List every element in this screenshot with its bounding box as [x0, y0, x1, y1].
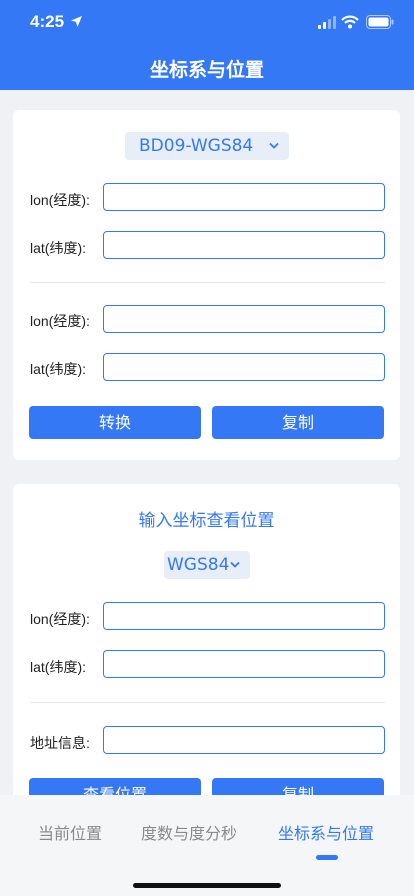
divider — [30, 702, 385, 703]
converter-card: BD09-WGS84 lon(经度): lat(纬度): lon(经度): la… — [13, 110, 400, 460]
chevron-down-icon — [230, 561, 240, 568]
active-tab-indicator — [316, 855, 338, 860]
lookup-card: 输入坐标查看位置 WGS84 lon(经度): lat(纬度): 地址信息: 查… — [13, 484, 400, 814]
convert-button[interactable]: 转换 — [29, 406, 201, 439]
lookup-system-value: WGS84 — [167, 555, 230, 575]
status-time: 4:25 — [30, 12, 65, 31]
source-lon-input[interactable] — [103, 183, 385, 211]
chevron-down-icon — [269, 142, 279, 149]
result-lat-label: lat(纬度): — [30, 361, 86, 377]
tab-degree-dms[interactable]: 度数与度分秒 — [141, 820, 237, 844]
source-lat-input[interactable] — [103, 231, 385, 259]
location-arrow-icon — [71, 16, 82, 27]
divider — [30, 282, 385, 283]
status-bar: 4:25 — [0, 12, 414, 34]
cellular-signal-icon — [318, 16, 336, 29]
lookup-lat-label: lat(纬度): — [30, 659, 86, 675]
copy-button[interactable]: 复制 — [212, 406, 384, 439]
address-label: 地址信息: — [30, 735, 90, 751]
tab-coordinate-system[interactable]: 坐标系与位置 — [278, 820, 374, 844]
coordinate-system-value: BD09-WGS84 — [139, 136, 254, 156]
lookup-lon-label: lon(经度): — [30, 611, 90, 627]
lookup-title: 输入坐标查看位置 — [138, 511, 275, 531]
lookup-lat-input[interactable] — [103, 650, 385, 678]
result-lon-input[interactable] — [103, 305, 385, 333]
source-lat-label: lat(纬度): — [30, 240, 86, 256]
page-title: 坐标系与位置 — [149, 59, 264, 81]
result-lat-input[interactable] — [103, 353, 385, 381]
tab-bar: 当前位置 度数与度分秒 坐标系与位置 — [0, 795, 414, 896]
battery-icon — [366, 15, 394, 29]
home-indicator — [133, 883, 281, 888]
source-lon-label: lon(经度): — [30, 192, 90, 208]
lookup-lon-input[interactable] — [103, 602, 385, 630]
tab-current-location[interactable]: 当前位置 — [38, 820, 102, 844]
result-lon-label: lon(经度): — [30, 313, 90, 329]
wifi-icon — [341, 15, 359, 29]
address-input[interactable] — [103, 726, 385, 754]
app-header: 4:25 坐标系与位置 — [0, 0, 414, 90]
coordinate-system-select[interactable]: BD09-WGS84 — [125, 132, 289, 160]
lookup-system-select[interactable]: WGS84 — [164, 551, 250, 579]
